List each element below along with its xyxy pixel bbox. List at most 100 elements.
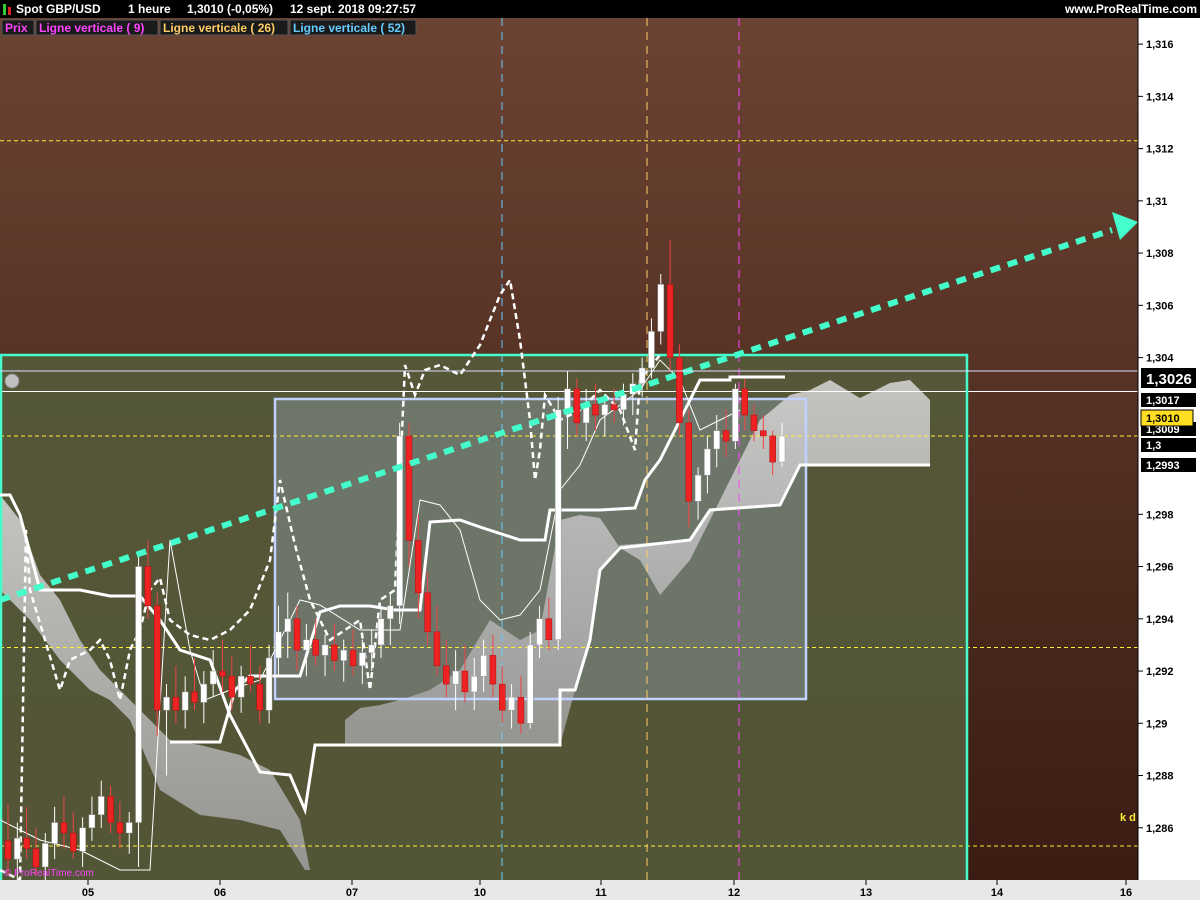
kd-label: k d [1120,812,1136,824]
candle-body [331,644,338,661]
y-tick-label: 1,296 [1146,562,1174,574]
price-tag: 1,2993 [1146,460,1180,472]
candle-body [14,837,21,860]
last-change: 1,3010 (-0,05%) [187,2,273,16]
datetime: 12 sept. 2018 09:27:57 [290,2,416,16]
x-tick-label: 12 [728,887,740,899]
candle-body [666,284,674,358]
candle-body [694,474,702,502]
candle-body [489,655,497,685]
price-tag: 1,3017 [1146,395,1180,407]
candle-body [228,676,236,698]
candle-body [79,827,86,852]
candle-body [573,388,581,424]
candle-body [480,655,487,677]
candle-body [125,822,133,834]
legend-item[interactable]: Ligne verticale ( 9) [39,21,144,35]
candle-body [601,404,609,416]
alert-bell-icon[interactable] [4,373,20,389]
candle-body [135,566,142,823]
y-tick-label: 1,316 [1146,39,1174,51]
y-tick-label: 1,308 [1146,248,1174,260]
candle-body [610,404,618,411]
x-tick-label: 07 [346,887,358,899]
y-tick-label: 1,298 [1146,509,1174,521]
y-tick-label: 1,29 [1146,718,1167,730]
current-price-tag: 1,3010 [1146,413,1180,425]
candle-body [191,691,198,703]
candle-body [153,605,161,711]
candle-body [247,676,254,685]
instrument-icon-2 [8,7,11,15]
candle-body [368,644,375,653]
x-tick-label: 10 [474,887,486,899]
candle-body [237,676,245,698]
y-tick-label: 1,314 [1146,91,1174,103]
price-tag: 1,3 [1146,440,1161,452]
candle-body [98,796,105,815]
candle-body [396,435,403,606]
candle-body [722,430,730,442]
candle-body [741,388,748,416]
timeframe: 1 heure [128,2,171,16]
candle-body [172,696,180,711]
candle-body [377,618,385,646]
y-tick-label: 1,294 [1146,614,1174,626]
candle-body [443,665,450,685]
candle-body [321,644,329,656]
candle-body [163,696,170,711]
candle-body [424,592,431,633]
candle-body [778,435,786,463]
legend-item[interactable]: Prix [5,21,28,35]
y-tick-label: 1,31 [1146,196,1167,208]
candle-body [387,605,394,620]
candle-body [657,284,665,332]
y-tick-label: 1,286 [1146,823,1174,835]
candle-body [471,676,478,693]
candle-body [256,683,264,711]
candle-body [349,649,357,667]
legend-item[interactable]: Ligne verticale ( 26) [163,21,275,35]
candle-body [60,822,68,834]
candle-body [144,566,152,606]
instrument-name: Spot GBP/USD [16,2,101,16]
candle-body [284,618,292,633]
y-tick-label: 1,288 [1146,771,1174,783]
candle-body [713,430,720,450]
price-chart[interactable]: 1,3161,3141,3121,311,3081,3061,3041,2981… [0,0,1200,900]
candle-body [116,822,124,834]
y-tick-label: 1,306 [1146,300,1174,312]
candle-body [107,796,114,823]
candle-body [750,414,758,431]
candle-body [209,670,217,685]
instrument-icon [3,4,6,15]
candle-body [51,822,58,844]
candle-body [545,618,553,640]
candle-body [88,814,96,829]
candle-body [181,691,189,711]
candle-body [648,331,655,369]
candle-body [536,618,543,646]
candle-body [638,367,646,384]
candle-body [760,430,767,437]
candle-body [508,696,515,711]
candle-body [275,631,282,659]
candle-body [303,639,310,651]
x-tick-label: 05 [82,887,94,899]
y-tick-label: 1,292 [1146,666,1174,678]
candle-body [70,832,77,852]
x-tick-label: 11 [595,887,607,899]
candle-body [704,448,711,476]
candle-body [23,837,30,849]
x-tick-label: 14 [991,887,1004,899]
candle-body [620,393,627,411]
legend-item[interactable]: Ligne verticale ( 52) [293,21,405,35]
candle-body [405,435,413,541]
candle-body [498,683,506,711]
candle-body [676,357,683,424]
candle-body [554,409,562,640]
candle-body [32,848,40,868]
candle-body [526,644,534,724]
x-tick-label: 13 [860,887,872,899]
candle-body [517,696,525,724]
